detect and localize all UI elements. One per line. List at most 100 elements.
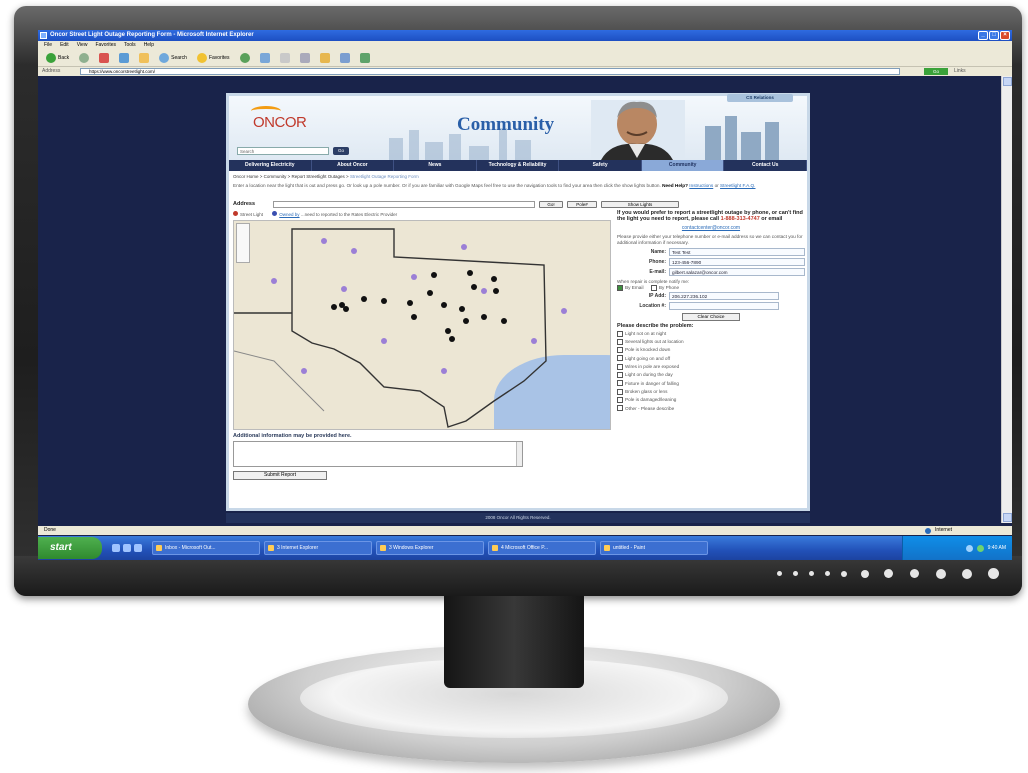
show-desktop-icon[interactable] (112, 544, 120, 552)
oncor-logo[interactable]: ONCOR (251, 106, 307, 131)
menu-item-help[interactable]: Help (144, 41, 154, 50)
menu-item-favorites[interactable]: Favorites (95, 41, 116, 50)
site-search-input[interactable]: Search (237, 147, 329, 155)
scroll-up-arrow-icon[interactable] (1003, 77, 1012, 86)
messenger-icon[interactable] (339, 53, 350, 63)
menu-item-tools[interactable]: Tools (124, 41, 136, 50)
research-icon[interactable] (359, 53, 370, 63)
problem-option[interactable]: Several lights out at location (617, 338, 805, 346)
minimize-button[interactable]: _ (978, 31, 988, 40)
nav-item-technology-reliability[interactable]: Technology & Reliability (477, 160, 560, 171)
ip-field[interactable]: 206.227.236.102 (669, 292, 779, 301)
nav-item-contact-us[interactable]: Contact Us (724, 160, 808, 171)
address-go-button[interactable]: Go! (539, 201, 563, 208)
problem-checkbox[interactable] (617, 330, 623, 337)
address-input[interactable] (273, 201, 535, 208)
instructions-link[interactable]: Instructions (689, 183, 713, 188)
breadcrumb-trail[interactable]: Oncor Home > Community > Report Streetli… (233, 174, 349, 179)
faq-link[interactable]: Streetlight F.A.Q. (720, 183, 755, 188)
problem-checkbox[interactable] (617, 363, 623, 370)
problem-option[interactable]: Light on during the day (617, 371, 805, 379)
favorites-button[interactable]: Favorites (196, 53, 230, 63)
vertical-scrollbar[interactable] (1001, 76, 1012, 523)
forward-button[interactable] (79, 53, 90, 63)
start-button[interactable]: start (38, 537, 102, 559)
taskbar-button[interactable]: 3 Windows Explorer (376, 541, 484, 555)
menu-item-file[interactable]: File (44, 41, 52, 50)
refresh-icon[interactable] (119, 53, 130, 63)
history-icon[interactable] (259, 53, 270, 63)
legend-owned-by-link[interactable]: Owned by (279, 212, 299, 217)
scroll-down-arrow-icon[interactable] (1003, 513, 1012, 522)
menu-item-edit[interactable]: Edit (60, 41, 69, 50)
close-button[interactable]: × (1000, 31, 1010, 40)
taskbar-button[interactable]: 3 Internet Explorer (264, 541, 372, 555)
contact-field-row: E-mail: gilbert.salazar@oncor.com (617, 268, 805, 277)
problem-checkbox[interactable] (617, 355, 623, 362)
additional-info-textarea[interactable] (233, 441, 523, 467)
stop-icon[interactable] (99, 53, 110, 63)
problem-option[interactable]: Broken glass or lens (617, 388, 805, 396)
clock[interactable]: 9:40 AM (988, 545, 1006, 551)
menu-item-view[interactable]: View (77, 41, 88, 50)
phone-field[interactable]: 123-456-7890 (669, 258, 805, 267)
problem-checkbox[interactable] (617, 372, 623, 379)
power-button[interactable] (988, 568, 999, 579)
name-field[interactable]: Test Test (669, 248, 805, 257)
submit-report-button[interactable]: Submit Report (233, 471, 327, 480)
outlook-quicklaunch-icon[interactable] (134, 544, 142, 552)
taskbar-button[interactable]: untitled - Paint (600, 541, 708, 555)
nav-item-safety[interactable]: Safety (559, 160, 642, 171)
back-button[interactable]: Back (46, 53, 69, 63)
show-lights-button[interactable]: Show Lights (601, 201, 679, 208)
map-zoom-control[interactable] (236, 223, 250, 263)
pole-number-button[interactable]: Pole# (567, 201, 597, 208)
nav-item-community[interactable]: Community (641, 160, 725, 171)
location-field[interactable] (669, 302, 779, 311)
problem-option[interactable]: Fixture in danger of falling (617, 380, 805, 388)
email-field[interactable]: gilbert.salazar@oncor.com (669, 268, 805, 277)
taskbar-button[interactable]: 4 Microsoft Office P... (488, 541, 596, 555)
home-icon[interactable] (139, 53, 150, 63)
network-icon[interactable] (965, 544, 973, 552)
url-input[interactable]: https://www.oncorstreetlight.com/ (80, 68, 900, 75)
problem-checkbox[interactable] (617, 405, 623, 412)
print-icon[interactable] (299, 53, 310, 63)
problem-option[interactable]: Light going on and off (617, 355, 805, 363)
media-icon[interactable] (239, 53, 250, 63)
textarea-scrollbar[interactable] (516, 442, 522, 466)
problem-checkbox[interactable] (617, 396, 623, 403)
nav-item-news[interactable]: News (394, 160, 477, 171)
folder-icon[interactable] (319, 53, 330, 63)
volume-icon[interactable] (976, 544, 984, 552)
map-overlay (234, 228, 567, 428)
nav-item-delivering-electricity[interactable]: Delivering Electricity (229, 160, 312, 171)
problem-option[interactable]: Wires in pole are exposed (617, 363, 805, 371)
problem-option[interactable]: Other - Please describe (617, 405, 805, 413)
nav-item-about-oncor[interactable]: About Oncor (312, 160, 395, 171)
texas-map[interactable] (233, 220, 611, 430)
cs-relations-link[interactable]: CS Relations (727, 94, 793, 102)
taskbar-button[interactable]: Inbox - Microsoft Out... (152, 541, 260, 555)
problem-checkbox[interactable] (617, 347, 623, 354)
window-titlebar[interactable]: Oncor Street Light Outage Reporting Form… (38, 30, 1012, 41)
go-button[interactable]: Go (924, 68, 948, 75)
problem-option[interactable]: Pole is knocked down (617, 346, 805, 354)
problem-checkbox[interactable] (617, 388, 623, 395)
site-search-go-button[interactable]: Go (333, 147, 349, 155)
links-toolbar[interactable]: Links (954, 67, 966, 76)
problem-checkbox[interactable] (617, 338, 623, 345)
problem-option[interactable]: Light not on at night (617, 330, 805, 338)
clear-choice-button[interactable]: Clear Choice (682, 312, 740, 321)
maximize-button[interactable]: □ (989, 31, 999, 40)
problem-checkbox[interactable] (617, 380, 623, 387)
problem-option[interactable]: Pole is damaged/leaning (617, 396, 805, 404)
ie-quicklaunch-icon[interactable] (123, 544, 131, 552)
monitor-bezel-bottom (14, 556, 1022, 596)
notify-email-checkbox[interactable] (617, 284, 623, 291)
notify-phone-checkbox[interactable] (650, 284, 657, 291)
search-button[interactable]: Search (159, 53, 187, 63)
mail-icon[interactable] (279, 53, 290, 63)
email-link[interactable]: contactcenter@oncor.com (617, 225, 805, 231)
problem-label: Other - Please describe (625, 405, 675, 411)
